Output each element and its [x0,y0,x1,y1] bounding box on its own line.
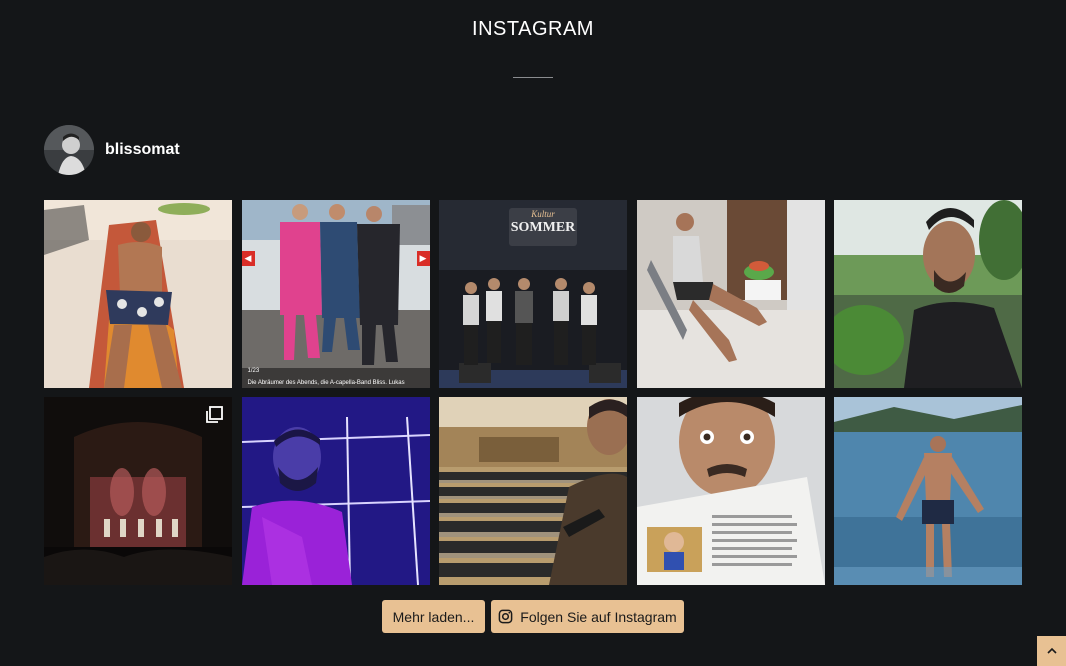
multiple-images-icon [206,406,223,423]
carousel-next-icon[interactable]: ▶ [416,251,430,266]
feed-actions: Mehr laden... Folgen Sie auf Instagram [0,600,1066,633]
instagram-feed-grid: ◀ ▶ 1/23 Die Abräumer des Abends, die A-… [44,200,1022,585]
load-more-button[interactable]: Mehr laden... [382,600,485,633]
sign-text-main: SOMMER [510,220,576,235]
profile-username[interactable]: blissomat [105,141,180,159]
follow-label: Folgen Sie auf Instagram [520,608,677,625]
chevron-up-icon [1046,647,1057,654]
sign-text-top: Kultur [531,209,555,219]
title-divider [513,77,553,78]
carousel-prev-icon[interactable]: ◀ [241,251,255,266]
load-more-label: Mehr laden... [392,608,475,625]
scroll-to-top-button[interactable] [1037,636,1066,666]
post-lake-swim[interactable] [834,397,1022,585]
instagram-icon [498,609,513,624]
post-theater-stage[interactable] [44,397,232,585]
post-newspaper-award[interactable]: ◀ ▶ 1/23 Die Abräumer des Abends, die A-… [241,200,430,388]
post-kultur-sommer-stage[interactable]: Kultur SOMMER [439,200,627,388]
follow-instagram-button[interactable]: Folgen Sie auf Instagram [491,600,684,633]
post-caption: Die Abräumer des Abends, die A-capella-B… [247,380,405,386]
post-beach-sunbathing[interactable] [44,200,232,388]
post-terrace-chair[interactable] [636,200,825,388]
profile-header[interactable]: blissomat [44,125,180,175]
post-newspaper-selfie[interactable] [636,397,825,585]
page-indicator: 1/23 [247,368,260,374]
section-title: INSTAGRAM [472,18,594,40]
avatar[interactable] [44,125,94,175]
post-selfie-park[interactable] [834,200,1022,388]
post-concert-hall-seats[interactable] [439,397,627,585]
post-purple-selfie[interactable] [241,397,430,585]
